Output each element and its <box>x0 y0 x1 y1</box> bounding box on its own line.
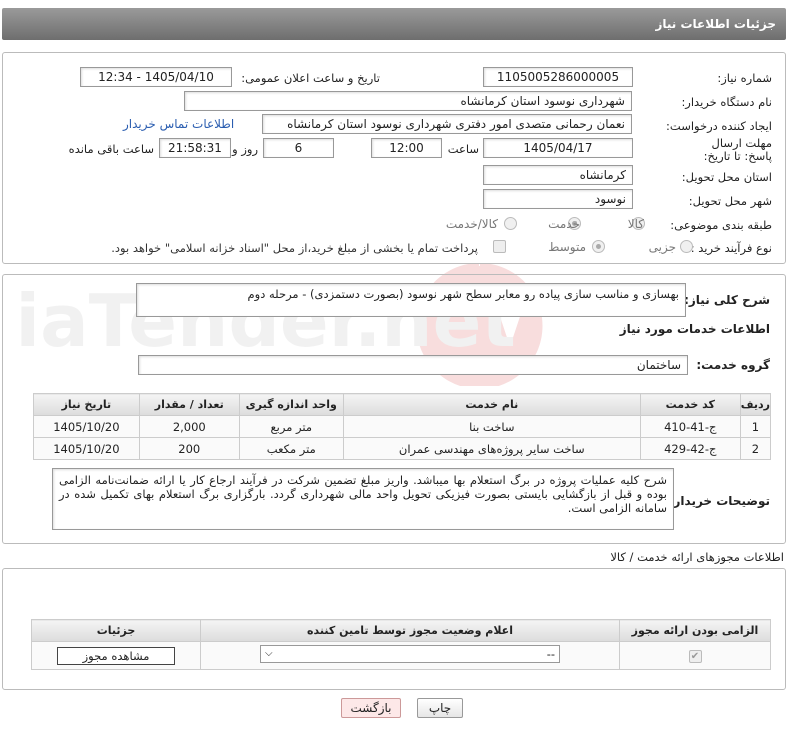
days-field: 6 <box>263 138 334 158</box>
process-label: نوع فرآیند خرید : <box>690 241 772 255</box>
province-label: استان محل تحویل: <box>681 170 772 184</box>
buyer-notes-label: توضیحات خریدار: <box>668 494 770 508</box>
category-label: طبقه بندی موضوعی: <box>670 218 772 232</box>
remaining-field: 21:58:31 <box>159 138 231 158</box>
cell-date: 1405/10/20 <box>33 415 140 438</box>
services-header-row: ردیف کد خدمت نام خدمت واحد اندازه گیری ت… <box>33 393 772 416</box>
services-table: ردیف کد خدمت نام خدمت واحد اندازه گیری ت… <box>33 393 772 460</box>
proc-medium-label: متوسط <box>548 240 586 254</box>
select-value: -- <box>546 647 555 661</box>
cell-row: 2 <box>739 437 772 460</box>
permits-table: الزامی بودن ارائه مجوز اعلام وضعیت مجوز … <box>31 619 771 670</box>
col-status: اعلام وضعیت مجوز توسط تامین کننده <box>200 619 620 642</box>
col-unit: واحد اندازه گیری <box>238 393 344 416</box>
service-group-field: ساختمان <box>138 355 688 375</box>
cat-service-label: خدمت <box>548 217 580 231</box>
status-select[interactable]: -- ⌵ <box>260 645 560 663</box>
remaining-label: ساعت باقی مانده <box>68 142 154 156</box>
city-field: نوسود <box>483 189 633 209</box>
table-row: ✔ -- ⌵ مشاهده مجوز <box>31 641 771 670</box>
need-no-label: شماره نیاز: <box>717 71 772 85</box>
cell-name: ساخت بنا <box>342 415 641 438</box>
need-no-field: 1105005286000005 <box>483 67 633 87</box>
cell-unit: متر مکعب <box>238 437 344 460</box>
col-required: الزامی بودن ارائه مجوز <box>619 619 771 642</box>
details-cell: مشاهده مجوز <box>31 641 201 670</box>
deadline-label: مهلت ارسال پاسخ: تا تاریخ: <box>703 136 772 163</box>
service-group-label: گروه خدمت: <box>696 358 770 372</box>
cell-code: ج-41-410 <box>639 415 741 438</box>
city-label: شهر محل تحویل: <box>688 194 772 208</box>
payment-note: پرداخت تمام یا بخشی از مبلغ خرید،از محل … <box>111 241 478 255</box>
announce-field: 1405/04/10 - 12:34 <box>80 67 232 87</box>
status-cell: -- ⌵ <box>200 641 620 670</box>
back-button[interactable]: بازگشت <box>341 698 401 718</box>
time-label: ساعت <box>447 142 479 156</box>
description-field: بهسازی و مناسب سازی پیاده رو معابر سطح ش… <box>136 283 686 317</box>
chevron-down-icon: ⌵ <box>265 648 273 659</box>
cell-row: 1 <box>739 415 772 438</box>
contact-link[interactable]: اطلاعات تماس خریدار <box>123 117 234 131</box>
days-label: روز و <box>232 142 258 156</box>
page-title: جزئیات اطلاعات نیاز <box>655 17 776 31</box>
description-label: شرح کلی نیاز: <box>684 293 770 307</box>
table-row: 1 ج-41-410 ساخت بنا متر مربع 2,000 1405/… <box>33 415 772 438</box>
cat-both-radio[interactable] <box>504 217 517 230</box>
cat-both-label: کالا/خدمت <box>445 217 498 231</box>
proc-small-radio[interactable] <box>680 240 693 253</box>
cell-qty: 200 <box>138 437 240 460</box>
col-name: نام خدمت <box>342 393 641 416</box>
province-field: کرمانشاه <box>483 165 633 185</box>
cell-name: ساخت سایر پروژه‌های مهندسی عمران <box>342 437 641 460</box>
payment-checkbox[interactable] <box>493 240 506 253</box>
deadline-time-field: 12:00 <box>371 138 442 158</box>
table-row: 2 ج-42-429 ساخت سایر پروژه‌های مهندسی عم… <box>33 437 772 460</box>
buyer-notes-field: شرح کلیه عملیات پروژه در برگ استعلام بها… <box>52 468 674 530</box>
proc-medium-radio[interactable] <box>592 240 605 253</box>
cell-unit: متر مربع <box>238 415 344 438</box>
creator-field: نعمان رحمانی متصدی امور دفتری شهرداری نو… <box>262 114 632 134</box>
buyer-org-field: شهرداری نوسود استان کرمانشاه <box>184 91 632 111</box>
col-code: کد خدمت <box>639 393 741 416</box>
required-checkbox[interactable]: ✔ <box>688 650 702 663</box>
permits-title: اطلاعات مجوزهای ارائه خدمت / کالا <box>610 550 784 564</box>
required-cell: ✔ <box>619 641 771 670</box>
proc-small-label: جزیی <box>648 240 676 254</box>
cat-goods-label: کالا <box>627 217 644 231</box>
creator-label: ایجاد کننده درخواست: <box>666 119 772 133</box>
print-button[interactable]: چاپ <box>417 698 463 718</box>
col-details: جزئیات <box>31 619 201 642</box>
col-date: تاریخ نیاز <box>33 393 140 416</box>
cell-date: 1405/10/20 <box>33 437 140 460</box>
col-row: ردیف <box>739 393 772 416</box>
deadline-date-field: 1405/04/17 <box>483 138 633 158</box>
view-permit-button[interactable]: مشاهده مجوز <box>57 646 175 665</box>
permits-header-row: الزامی بودن ارائه مجوز اعلام وضعیت مجوز … <box>31 619 771 642</box>
services-title: اطلاعات خدمات مورد نیاز <box>619 322 770 336</box>
cell-qty: 2,000 <box>138 415 240 438</box>
col-qty: تعداد / مقدار <box>138 393 240 416</box>
announce-label: تاریخ و ساعت اعلان عمومی: <box>241 71 380 85</box>
page-header: جزئیات اطلاعات نیاز <box>2 8 786 40</box>
buyer-org-label: نام دستگاه خریدار: <box>681 95 772 109</box>
cell-code: ج-42-429 <box>639 437 741 460</box>
